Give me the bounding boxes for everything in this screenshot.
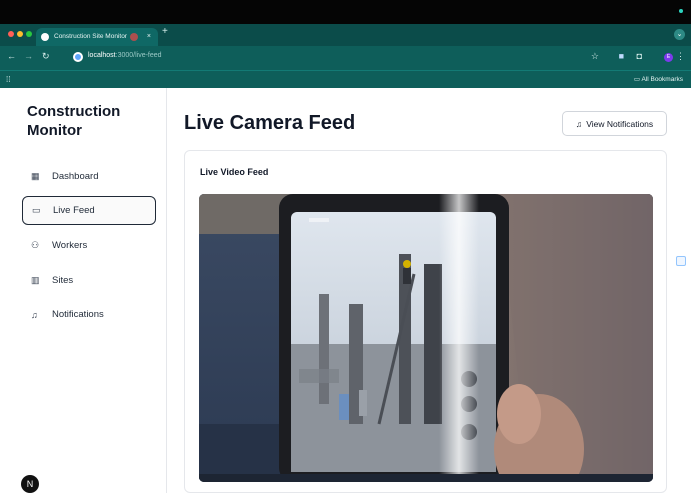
tab-strip: Construction Site Monitor ×	[0, 24, 691, 46]
sidebar-item-workers[interactable]: ⚇ Workers	[22, 231, 156, 260]
all-bookmarks-link[interactable]: ▭ All Bookmarks	[634, 75, 683, 83]
maximize-window-button[interactable]	[26, 31, 32, 37]
app-brand: Construction Monitor	[27, 103, 121, 139]
users-icon: ⚇	[31, 240, 40, 250]
menu-kebab-icon[interactable]: ⋮	[676, 51, 685, 62]
sidebar: Construction Monitor ▦ Dashboard ▭ Live …	[0, 88, 167, 493]
profile-avatar[interactable]: E	[664, 53, 673, 62]
sidebar-item-label: Sites	[52, 275, 74, 286]
sidebar-item-label: Workers	[52, 240, 88, 251]
video-feed[interactable]	[199, 194, 653, 482]
sidebar-item-label: Dashboard	[52, 171, 99, 182]
sidebar-item-live-feed[interactable]: ▭ Live Feed	[22, 196, 156, 225]
url-path: :3000/live-feed	[115, 52, 162, 59]
back-arrow-icon[interactable]: ←	[7, 51, 16, 61]
sidebar-item-notifications[interactable]: ♫ Notifications	[22, 300, 156, 329]
grid-icon: ▦	[31, 171, 40, 181]
address-bar: ← → ↻ localhost:3000/live-feed ☆ ■ ◘ E ⋮	[0, 46, 691, 70]
camera-frame-image	[199, 194, 653, 482]
live-video-card: Live Video Feed	[184, 150, 667, 493]
bell-icon: ♫	[575, 118, 583, 129]
view-notifications-label: View Notifications	[586, 118, 654, 129]
site-favicon-icon	[41, 33, 49, 41]
close-window-button[interactable]	[8, 31, 14, 37]
all-bookmarks-label: All Bookmarks	[641, 76, 683, 83]
tab-search-chevron-icon[interactable]: ⌄	[674, 29, 685, 40]
bookmark-star-icon[interactable]: ☆	[591, 51, 599, 62]
recording-icon	[130, 33, 138, 41]
window-top-bar	[0, 0, 691, 24]
status-dot	[679, 9, 683, 13]
sidebar-item-label: Live Feed	[53, 205, 95, 216]
forward-arrow-icon[interactable]: →	[24, 51, 33, 61]
extension-icon[interactable]: ■	[619, 51, 624, 61]
puzzle-icon[interactable]: ◘	[637, 51, 642, 61]
bell-icon: ♫	[31, 309, 38, 320]
tab-title: Construction Site Monitor	[54, 33, 127, 40]
page-title: Live Camera Feed	[184, 112, 356, 134]
site-info-icon[interactable]	[73, 52, 83, 62]
url-host: localhost	[88, 52, 116, 59]
tab-close-icon[interactable]: ×	[147, 28, 151, 46]
framework-logo-icon[interactable]: N	[21, 475, 39, 493]
bookmarks-bar: ⁞⁞ ▭ All Bookmarks	[0, 70, 691, 88]
view-notifications-button[interactable]: ♫ View Notifications	[562, 111, 667, 136]
apps-grid-icon[interactable]: ⁞⁞	[6, 75, 10, 84]
url-field[interactable]: localhost:3000/live-feed	[88, 52, 162, 59]
new-tab-button[interactable]: +	[162, 26, 168, 37]
browser-tab[interactable]: Construction Site Monitor ×	[36, 28, 158, 46]
video-icon: ▭	[32, 205, 41, 215]
sidebar-item-label: Notifications	[52, 309, 104, 320]
card-title: Live Video Feed	[200, 167, 269, 177]
floating-extension-icon[interactable]	[676, 256, 686, 266]
sidebar-item-sites[interactable]: ▥ Sites	[22, 266, 156, 295]
sidebar-item-dashboard[interactable]: ▦ Dashboard	[22, 162, 156, 191]
building-icon: ▥	[31, 275, 40, 285]
minimize-window-button[interactable]	[17, 31, 23, 37]
main-content: Live Camera Feed ♫ View Notifications Li…	[168, 88, 691, 493]
reload-icon[interactable]: ↻	[42, 51, 50, 62]
